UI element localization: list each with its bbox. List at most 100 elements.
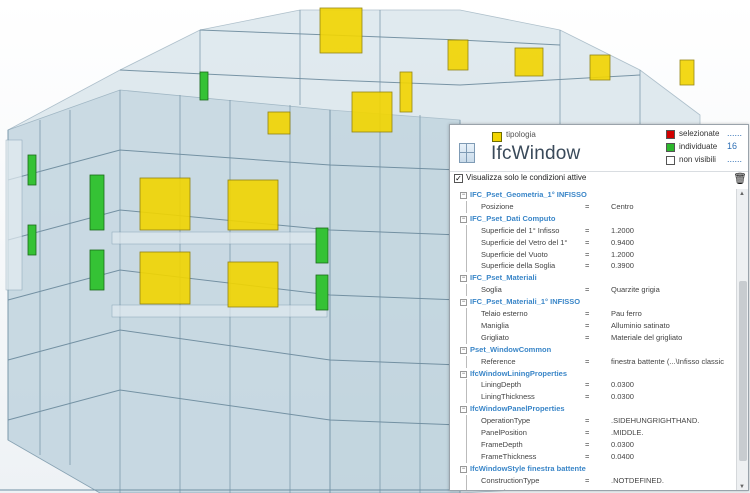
property-row[interactable]: Posizione = Centro (450, 200, 736, 213)
property-row[interactable]: Superficie della Soglia = 0.3900 (450, 260, 736, 273)
property-value: Pau ferro (611, 309, 642, 318)
property-group-title: IFC_Pset_Materiali (470, 273, 537, 283)
tree-line (466, 486, 467, 490)
collapse-icon[interactable]: − (460, 406, 467, 414)
property-name: LiningDepth (481, 380, 522, 390)
property-row[interactable]: PanelPosition = .MIDDLE. (450, 427, 736, 439)
property-row[interactable]: FrameThickness = 0.0400 (450, 450, 736, 463)
collapse-icon[interactable]: − (460, 215, 467, 223)
property-name: Superficie del Vetro del 1° (481, 237, 568, 247)
entity-title: IfcWindow (491, 143, 581, 164)
property-row[interactable]: OperationType = .SIDEHUNGRIGHTHAND. (450, 415, 736, 428)
green-swatch-icon (666, 143, 675, 152)
property-value: 0.0400 (611, 451, 634, 461)
tree-line (466, 415, 467, 428)
legend-non-visibili[interactable]: non visibili ...... (666, 154, 748, 166)
property-group[interactable]: − IfcWindowLiningProperties (450, 368, 736, 380)
equals-sign: = (585, 487, 589, 491)
property-group[interactable]: − IFC_Pset_Materiali (450, 272, 736, 284)
collapse-icon[interactable]: − (460, 370, 467, 378)
trash-icon[interactable]: 🗑 (733, 173, 747, 185)
panel-toolbar: ✓ Visualizza solo le condizioni attive 🗑 (450, 171, 748, 187)
equals-sign: = (585, 428, 590, 437)
property-row[interactable]: ConstructionType = .NOTDEFINED. (450, 474, 736, 487)
property-row[interactable]: FrameDepth = 0.0300 (450, 438, 736, 451)
property-row[interactable]: Superficie del Vuoto = 1.2000 (450, 248, 736, 261)
property-value: .MIDDLE. (611, 428, 644, 437)
equals-sign: = (585, 439, 590, 449)
property-value: 1.2000 (611, 249, 634, 259)
property-group[interactable]: − IfcWindowStyle finestra battente (450, 463, 736, 475)
property-group[interactable]: − IFC_Pset_Geometria_1° INFISSO (450, 189, 736, 201)
panel-header: tipologia IfcWindow selezionate ...... i… (450, 125, 748, 172)
property-group[interactable]: − IfcWindowPanelProperties (450, 403, 736, 415)
tipologia-swatch (492, 132, 502, 142)
tree-line (466, 260, 467, 273)
property-group-title: IFC_Pset_Geometria_1° INFISSO (470, 190, 587, 199)
equals-sign: = (585, 261, 590, 271)
property-value: 1.2000 (611, 225, 634, 235)
equals-sign: = (585, 309, 590, 318)
property-value: 0.0300 (611, 380, 634, 390)
property-value: 0.0300 (611, 392, 634, 402)
legend-selezionate[interactable]: selezionate ...... (666, 128, 748, 140)
property-value: .SINGLE_PANEL. (611, 487, 671, 491)
equals-sign: = (585, 201, 590, 211)
property-row[interactable]: Grigliato = Materiale del grigliato (450, 331, 736, 344)
scroll-up-icon[interactable]: ▲ (739, 191, 745, 197)
active-conditions-checkbox[interactable]: ✓ (454, 174, 463, 183)
legend-individuate[interactable]: individuate 16 (666, 141, 748, 153)
property-group-title: Pset_WindowCommon (470, 344, 552, 354)
equals-sign: = (585, 332, 590, 342)
property-value: Alluminio satinato (611, 320, 670, 330)
equals-sign: = (585, 380, 590, 390)
property-row[interactable]: Reference = finestra battente (...\Infisso… (450, 355, 736, 368)
property-value: Quarzite grigia (611, 285, 660, 295)
property-name: ConstructionType (481, 475, 540, 485)
property-name: Posizione (481, 201, 514, 211)
red-swatch-icon (666, 130, 675, 139)
property-group[interactable]: − Pset_WindowCommon (450, 344, 736, 356)
equals-sign: = (585, 475, 590, 485)
property-name: Reference (481, 356, 516, 366)
equals-sign: = (585, 356, 590, 366)
collapse-icon[interactable]: − (460, 275, 467, 283)
property-group[interactable]: − IFC_Pset_Materiali_1° INFISSO (450, 296, 736, 308)
property-row[interactable]: Soglia = Quarzite grigia (450, 284, 736, 297)
tree-line (466, 427, 467, 439)
tree-line (466, 391, 467, 404)
scroll-down-icon[interactable]: ▼ (739, 484, 745, 490)
white-swatch-icon (666, 156, 675, 165)
collapse-icon[interactable]: − (460, 465, 467, 473)
property-group[interactable]: − IFC_Pset_Dati Computo (450, 213, 736, 225)
property-row[interactable]: LiningThickness = 0.0300 (450, 391, 736, 404)
collapse-icon[interactable]: − (460, 346, 467, 354)
property-row[interactable]: Maniglia = Alluminio satinato (450, 319, 736, 332)
tree-line (466, 236, 467, 249)
tree-line (466, 355, 467, 368)
property-row[interactable]: Telaio esterno = Pau ferro (450, 308, 736, 320)
property-row[interactable]: LiningDepth = 0.0300 (450, 379, 736, 392)
property-group-title: IFC_Pset_Dati Computo (470, 213, 556, 223)
tree-line (466, 248, 467, 261)
property-name: OperationType (481, 416, 531, 426)
property-value: .SIDEHUNGRIGHTHAND. (611, 416, 700, 426)
scroll-thumb[interactable] (739, 281, 747, 461)
property-value: 0.3900 (611, 261, 634, 271)
property-row[interactable]: Superficie del 1° Infisso = 1.2000 (450, 224, 736, 237)
collapse-icon[interactable]: − (460, 299, 467, 307)
property-name: PanelPosition (481, 428, 527, 437)
property-name: Grigliato (481, 332, 509, 342)
collapse-icon[interactable]: − (460, 192, 467, 199)
property-tree: − IFC_Pset_Geometria_1° INFISSO Posizione =… (450, 189, 736, 491)
tree-line (466, 450, 467, 463)
property-name: Superficie del 1° Infisso (481, 225, 560, 235)
equals-sign: = (585, 320, 590, 330)
property-row[interactable]: OperationType = .SINGLE_PANEL. (450, 486, 736, 491)
equals-sign: = (585, 392, 590, 402)
active-conditions-label: Visualizza solo le condizioni attive (466, 173, 587, 182)
property-row[interactable]: Superficie del Vetro del 1° = 0.9400 (450, 236, 736, 249)
tree-line (466, 200, 467, 213)
property-name: FrameThickness (481, 451, 537, 461)
scrollbar[interactable]: ▲ ▼ (736, 189, 748, 490)
